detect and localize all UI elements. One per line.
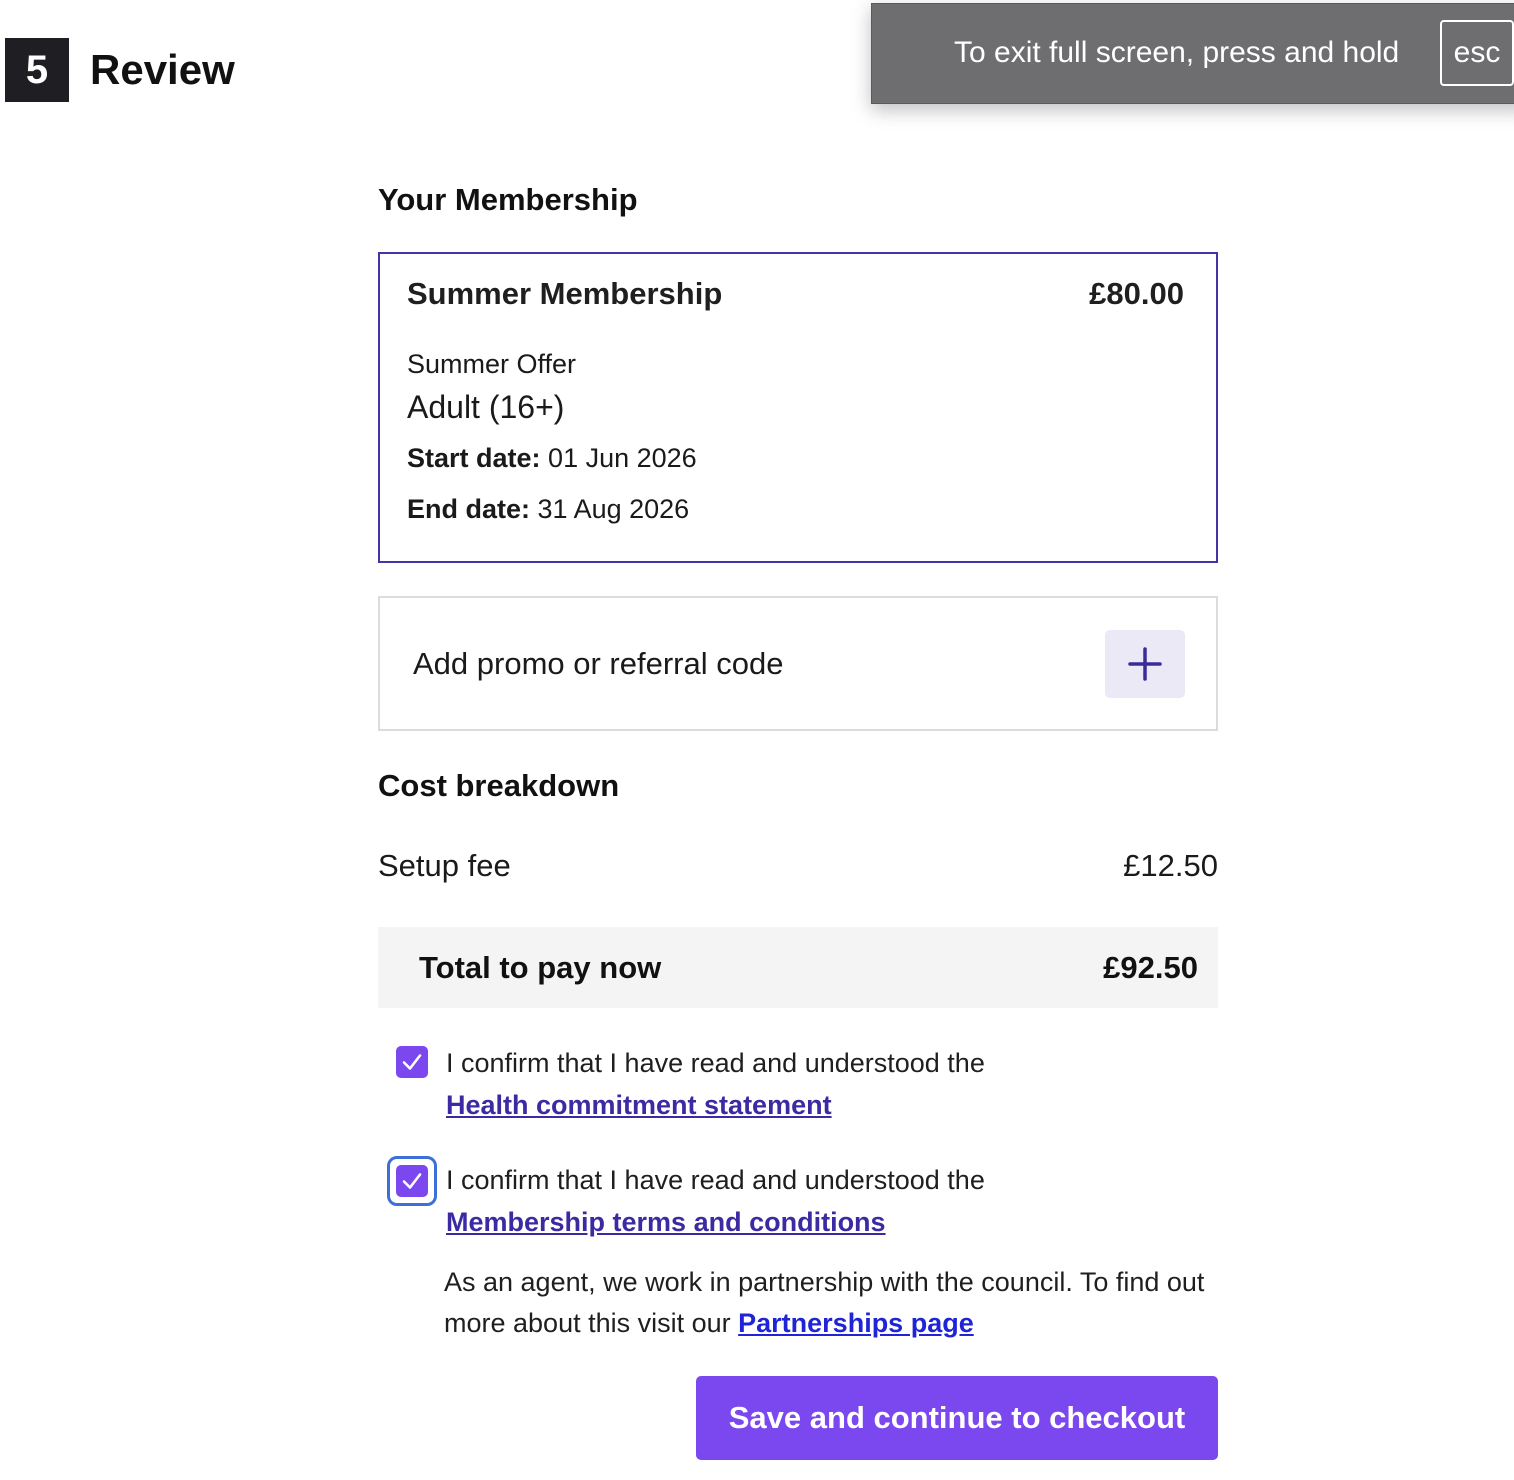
fullscreen-exit-message: To exit full screen, press and hold <box>954 36 1400 69</box>
agent-partnership-note: As an agent, we work in partnership with… <box>444 1262 1214 1344</box>
setup-fee-row: Setup fee £12.50 <box>378 848 1218 884</box>
save-and-continue-button[interactable]: Save and continue to checkout <box>696 1376 1218 1460</box>
end-date-label: End date: <box>407 494 531 524</box>
total-label: Total to pay now <box>419 949 662 985</box>
end-date-value: 31 Aug 2026 <box>537 494 690 524</box>
health-commitment-link[interactable]: Health commitment statement <box>446 1090 832 1120</box>
total-row: Total to pay now £92.50 <box>378 927 1218 1008</box>
health-commitment-text: I confirm that I have read and understoo… <box>446 1042 985 1126</box>
start-date-value: 01 Jun 2026 <box>548 443 697 473</box>
start-date-row: Start date: 01 Jun 2026 <box>407 443 697 474</box>
cost-breakdown-title: Cost breakdown <box>378 768 620 803</box>
start-date-label: Start date: <box>407 443 541 473</box>
total-value: £92.50 <box>1103 949 1198 985</box>
terms-checkbox[interactable] <box>387 1156 437 1206</box>
confirmation-text: I confirm that I have read and understoo… <box>446 1165 985 1195</box>
fullscreen-exit-banner: To exit full screen, press and hold esc <box>871 3 1514 104</box>
membership-section-title: Your Membership <box>378 182 638 217</box>
promo-code-toggle[interactable]: Add promo or referral code <box>378 596 1218 731</box>
health-commitment-checkbox[interactable] <box>396 1046 428 1078</box>
checkmark-icon <box>402 1173 422 1189</box>
membership-card: Summer Membership £80.00 Summer Offer Ad… <box>378 252 1218 563</box>
step-header: 5 Review <box>5 38 235 102</box>
setup-fee-value: £12.50 <box>1123 848 1218 883</box>
add-promo-button[interactable] <box>1105 630 1185 698</box>
plus-icon <box>1128 647 1162 681</box>
setup-fee-label: Setup fee <box>378 848 511 883</box>
confirmation-text: I confirm that I have read and understoo… <box>446 1048 985 1078</box>
partnerships-link[interactable]: Partnerships page <box>738 1308 974 1338</box>
membership-category: Adult (16+) <box>407 389 565 425</box>
terms-text: I confirm that I have read and understoo… <box>446 1159 985 1243</box>
promo-code-label: Add promo or referral code <box>413 646 784 681</box>
esc-key-indicator: esc <box>1440 20 1514 86</box>
membership-name: Summer Membership <box>407 276 723 311</box>
membership-offer: Summer Offer <box>407 349 577 379</box>
terms-link[interactable]: Membership terms and conditions <box>446 1207 886 1237</box>
checkmark-icon <box>402 1054 422 1070</box>
end-date-row: End date: 31 Aug 2026 <box>407 494 689 525</box>
step-number-badge: 5 <box>5 38 69 102</box>
page-title: Review <box>90 46 235 93</box>
membership-price: £80.00 <box>1089 276 1184 311</box>
